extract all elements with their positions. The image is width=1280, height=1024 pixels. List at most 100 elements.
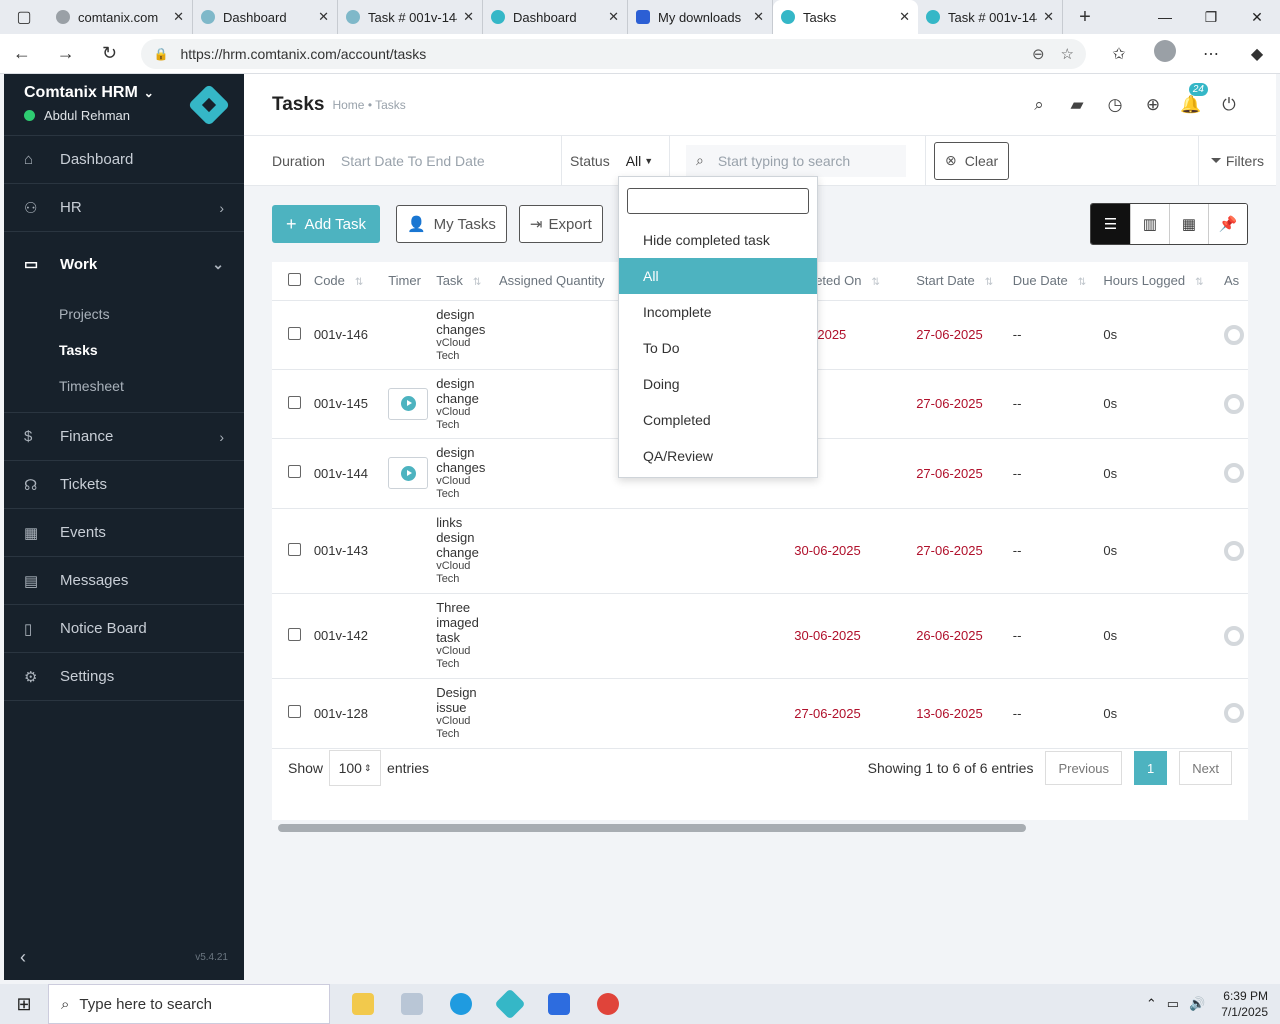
sidebar-item-settings[interactable]: ⚙ Settings [4,653,244,701]
url-field[interactable]: 🔒 https://hrm.comtanix.com/account/tasks… [141,38,1086,69]
previous-page-button[interactable]: Previous [1045,751,1123,785]
sidebar-item-timesheet[interactable]: Timesheet [4,368,244,404]
column-due-date[interactable]: Due Date ⇅ [1008,262,1100,301]
page-size-select[interactable]: 100 ⇕ [329,750,382,786]
new-tab-icon[interactable]: + [1063,0,1107,34]
avatar[interactable] [1223,324,1244,345]
bell-icon[interactable]: 🔔 24 [1172,82,1210,115]
sort-icon[interactable]: ⇅ [871,277,879,288]
close-tab-icon[interactable]: ✕ [608,9,619,25]
clock-icon[interactable]: ◷ [1096,95,1134,115]
search-input[interactable]: ⌕ Start typing to search [686,144,906,177]
my-tasks-button[interactable]: 👤 My Tasks [395,205,507,243]
sidebar-item-messages[interactable]: ▤ Messages [4,557,244,605]
chevron-up-icon[interactable]: ⌃ [1146,996,1157,1012]
sort-icon[interactable]: ⇅ [355,277,363,288]
read-aloud-icon[interactable]: ⊖ [1032,45,1045,63]
browser-tab[interactable]: comtanix.com ✕ [48,0,193,34]
row-checkbox[interactable] [288,627,301,641]
start-timer-button[interactable] [388,457,429,489]
list-view-icon[interactable]: ☰ [1091,204,1130,244]
row-checkbox[interactable] [288,465,301,478]
search-icon[interactable]: ⌕ [1020,95,1058,115]
task-code[interactable]: 001v-146 [309,300,385,370]
filters-button[interactable]: ⏷ Filters [1197,135,1276,186]
next-page-button[interactable]: Next [1179,751,1232,785]
favorite-star-icon[interactable]: ☆ [1061,45,1074,63]
dropdown-option-completed[interactable]: Completed [619,402,817,438]
dropdown-option-hide-completed[interactable]: Hide completed task [619,222,817,258]
task-cell[interactable]: Design issue vCloud Tech [432,678,495,749]
collapse-sidebar-icon[interactable]: ‹ [20,947,26,968]
close-tab-icon[interactable]: ✕ [173,9,184,25]
sidebar-item-tasks[interactable]: Tasks [4,332,244,368]
zoom-icon[interactable] [534,984,583,1024]
sidebar-header[interactable]: Comtanix HRM ⌄ Abdul Rehman [4,74,244,136]
table-row[interactable]: 001v-142 Three imaged task vCloud Tech 30… [272,593,1248,679]
duration-value[interactable]: Start Date To End Date [341,153,485,169]
sort-icon[interactable]: ⇅ [985,277,993,288]
close-tab-icon[interactable]: ✕ [899,9,910,25]
back-icon[interactable]: ← [0,43,44,64]
board-view-icon[interactable]: ▥ [1130,204,1169,244]
task-name[interactable]: Design issue [436,685,491,715]
dropdown-option-qa-review[interactable]: QA/Review [619,438,817,474]
breadcrumb[interactable]: Home • Tasks [332,98,405,112]
add-circle-icon[interactable]: ⊕ [1134,95,1172,115]
avatar[interactable] [1223,393,1244,414]
task-name[interactable]: design changes [436,307,491,337]
task-code[interactable]: 001v-143 [309,508,385,594]
close-tab-icon[interactable]: ✕ [463,9,474,25]
forward-icon[interactable]: → [44,43,88,64]
table-row[interactable]: 001v-143 links design change vCloud Tech … [272,508,1248,594]
task-cell[interactable]: links design change vCloud Tech [432,508,495,594]
app-icon[interactable] [387,984,436,1024]
task-name[interactable]: design changes [436,445,491,475]
close-tab-icon[interactable]: ✕ [318,9,329,25]
dropdown-option-doing[interactable]: Doing [619,366,817,402]
browser-tab[interactable]: Task # 001v-144 ✕ [918,0,1063,34]
page-1-button[interactable]: 1 [1134,751,1168,785]
reload-icon[interactable]: ↻ [88,43,132,64]
start-timer-button[interactable] [388,387,429,420]
task-cell[interactable]: design changes vCloud Tech [432,300,495,370]
browser-tab-active[interactable]: Tasks ✕ [773,0,918,34]
browser-tab[interactable]: My downloads ✕ [628,0,773,34]
taskbar-search[interactable]: ⌕ Type here to search [48,984,330,1024]
task-name[interactable]: design change [436,376,491,406]
file-explorer-icon[interactable] [338,984,387,1024]
add-task-button[interactable]: + Add Task [272,205,380,243]
row-checkbox[interactable] [288,542,301,556]
column-start-date[interactable]: Start Date ⇅ [912,262,1009,301]
dropdown-option-to-do[interactable]: To Do [619,330,817,366]
close-tab-icon[interactable]: ✕ [1043,9,1054,25]
sticky-note-icon[interactable]: ▰ [1058,95,1096,115]
dropdown-option-incomplete[interactable]: Incomplete [619,294,817,330]
column-task[interactable]: Task ⇅ [432,262,495,301]
task-cell[interactable]: design change vCloud Tech [432,369,495,439]
windows-start-icon[interactable]: ⊞ [0,994,48,1015]
favorites-icon[interactable]: ✩ [1096,44,1142,64]
row-checkbox[interactable] [288,395,301,409]
copilot-icon[interactable]: ◆ [1234,44,1280,64]
task-code[interactable]: 001v-142 [309,593,385,679]
power-icon[interactable]: ⏻ [1210,95,1248,115]
task-name[interactable]: links design change [436,515,491,560]
horizontal-scrollbar[interactable] [272,820,1248,834]
chrome-icon[interactable] [583,984,632,1024]
scrollbar-thumb[interactable] [278,824,1026,832]
task-code[interactable]: 001v-144 [309,438,385,509]
column-code[interactable]: Code ⇅ [309,262,385,301]
task-code[interactable]: 001v-128 [309,678,385,749]
browser-tab[interactable]: Dashboard ✕ [193,0,338,34]
sidebar-item-work[interactable]: ▭ Work ⌄ [4,232,244,296]
row-checkbox[interactable] [288,326,301,340]
close-tab-icon[interactable]: ✕ [753,9,764,25]
browser-tab[interactable]: Dashboard ✕ [483,0,628,34]
close-window-icon[interactable]: ✕ [1234,0,1280,34]
avatar[interactable] [1223,625,1244,646]
restore-icon[interactable]: ❐ [1188,0,1234,34]
task-name[interactable]: Three imaged task [436,600,491,645]
edge-icon[interactable] [436,984,485,1024]
sidebar-item-dashboard[interactable]: ⌂ Dashboard [4,136,244,184]
